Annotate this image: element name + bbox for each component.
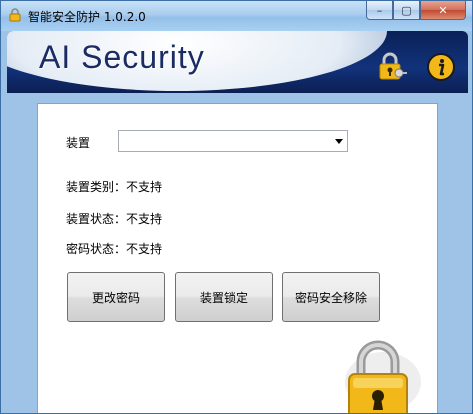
lock-device-button[interactable]: 装置锁定 [175,272,273,322]
chevron-down-icon[interactable] [335,139,343,144]
device-select[interactable] [118,130,348,152]
window-title: 智能安全防护 1.0.2.0 [28,10,146,24]
lock-key-icon[interactable] [375,51,407,83]
secure-remove-password-button[interactable]: 密码安全移除 [282,272,380,322]
info-icon[interactable] [425,51,457,83]
app-window: 智能安全防护 1.0.2.0 – ▢ ✕ AI Security 装置 装置类别… [0,0,473,414]
close-button[interactable]: ✕ [420,1,466,20]
title-bar[interactable]: 智能安全防护 1.0.2.0 – ▢ ✕ [1,1,472,31]
maximize-button[interactable]: ▢ [393,1,420,20]
device-status-text: 装置状态：不支持 [66,212,163,226]
minimize-button[interactable]: – [366,1,393,20]
main-panel: 装置 装置类别：不支持 装置状态：不支持 密码状态：不支持 更改密码 装置锁定 … [37,103,438,413]
device-label: 装置 [66,136,91,150]
banner-title: AI Security [39,39,205,75]
app-lock-icon [9,8,21,22]
change-password-button[interactable]: 更改密码 [67,272,165,322]
header-banner: AI Security [7,31,468,93]
window-controls: – ▢ ✕ [366,1,466,21]
padlock-icon [345,340,421,413]
device-type-text: 装置类别：不支持 [66,180,163,194]
password-status-text: 密码状态：不支持 [66,242,163,256]
